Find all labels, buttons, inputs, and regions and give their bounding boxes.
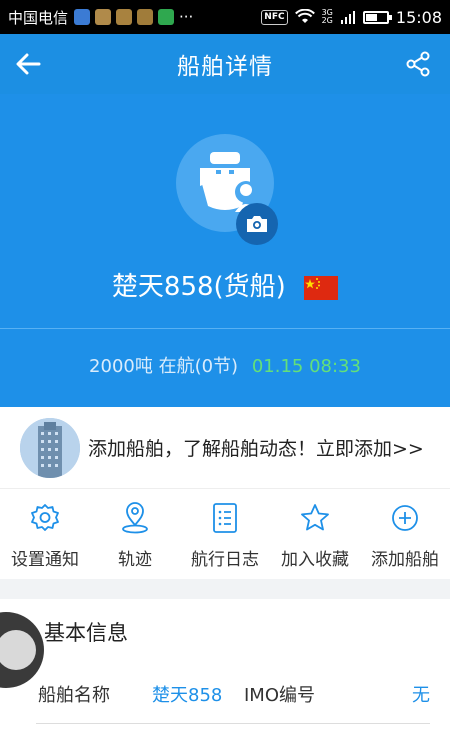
ship-name-heading: 楚天858(货船)	[0, 266, 450, 303]
header-divider	[0, 328, 450, 329]
promo-text: 添加船舶，了解船舶动态！立即添加>>	[88, 438, 424, 460]
ship-name-label: 船舶名称	[38, 685, 110, 706]
imo-label: IMO编号	[244, 685, 316, 706]
package-notification-icon-2	[116, 9, 133, 25]
info-row: 船舶名称 楚天858 IMO编号 无	[0, 681, 450, 711]
assistant-ball-icon	[0, 630, 36, 670]
building-thumbnail	[20, 417, 80, 478]
back-button[interactable]	[12, 48, 44, 80]
star-icon	[298, 501, 332, 535]
china-flag-icon	[304, 275, 339, 300]
wechat-notification-icon	[158, 9, 175, 25]
add-ship-button[interactable]: 添加船舶	[360, 489, 450, 579]
ship-name: 楚天858(货船)	[111, 272, 286, 302]
package-notification-icon	[95, 9, 112, 25]
add-circle-icon	[388, 501, 422, 535]
section-gap	[0, 579, 450, 599]
share-button[interactable]	[404, 50, 432, 78]
change-photo-button[interactable]	[236, 203, 278, 245]
settings-icon	[28, 501, 62, 535]
ship-status-line: 2000吨 在航(0节) 01.15 08:33	[0, 352, 450, 378]
battery-icon	[362, 10, 392, 24]
nfc-icon: NFC	[261, 9, 288, 25]
update-time: 01.15 08:33	[251, 356, 361, 377]
add-favorite-button[interactable]: 加入收藏	[270, 489, 360, 579]
action-bar: 设置通知 轨迹 航行日志 加入收藏 添加船舶	[0, 489, 450, 579]
network-type: 3G 2G	[322, 9, 333, 25]
log-list-icon	[208, 501, 242, 535]
share-icon	[406, 51, 430, 77]
ship-header: 楚天858(货船) 2000吨 在航(0节) 01.15 08:33	[0, 94, 450, 407]
clock: 15:08	[395, 7, 442, 27]
section-title: 基本信息	[44, 621, 128, 645]
location-pin-icon	[118, 501, 152, 535]
network-bottom: 2G	[321, 16, 333, 25]
camera-icon	[247, 216, 267, 232]
package-notification-icon-3	[137, 9, 154, 25]
action-label: 加入收藏	[281, 550, 349, 570]
carrier-name: 中国电信	[8, 8, 69, 27]
action-label: 航行日志	[191, 550, 259, 570]
more-notifications-icon: ···	[179, 8, 194, 26]
wifi-icon	[294, 9, 315, 23]
battery-level	[365, 13, 377, 21]
ship-name-value: 楚天858	[152, 685, 223, 706]
basic-info-section: 基本信息 船舶名称 楚天858 IMO编号 无	[0, 599, 450, 730]
action-label: 轨迹	[118, 550, 152, 570]
action-label: 添加船舶	[371, 550, 439, 570]
voyage-log-button[interactable]: 航行日志	[180, 489, 270, 579]
page-title: 船舶详情	[177, 54, 273, 80]
arrow-left-icon	[16, 53, 41, 75]
ship-summary: 2000吨 在航(0节)	[89, 356, 239, 377]
row-divider	[36, 723, 430, 724]
track-button[interactable]: 轨迹	[90, 489, 180, 579]
title-bar: 船舶详情	[0, 34, 450, 94]
action-label: 设置通知	[11, 550, 79, 570]
add-ship-promo-banner[interactable]: 添加船舶，了解船舶动态！立即添加>>	[0, 407, 450, 489]
signal-icon	[340, 11, 355, 24]
ship-detail-screen: 中国电信 ··· NFC 3G 2G 15:08 船舶详情 楚天858(货船) …	[0, 0, 450, 730]
set-notification-button[interactable]: 设置通知	[0, 489, 90, 579]
app-notification-icon	[74, 9, 91, 25]
imo-value: 无	[412, 685, 430, 706]
status-bar: 中国电信 ··· NFC 3G 2G 15:08	[0, 0, 450, 34]
